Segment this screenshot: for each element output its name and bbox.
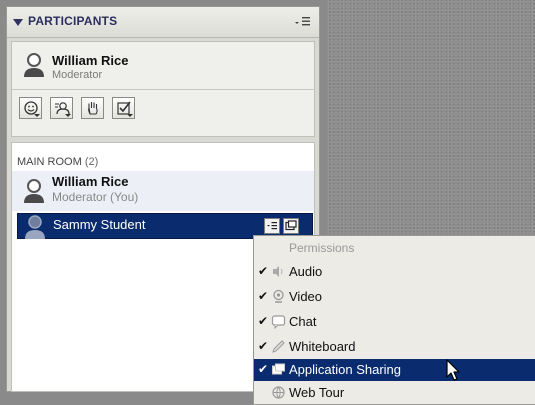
emotion-button[interactable] xyxy=(19,97,42,119)
dropdown-arrow-icon xyxy=(65,114,71,117)
globe-icon xyxy=(272,386,285,399)
checkmark-icon: ✔ xyxy=(258,264,269,278)
menu-item-label: Audio xyxy=(289,264,323,279)
participant-menu-button[interactable] xyxy=(264,218,280,234)
checkmark-icon: ✔ xyxy=(258,339,269,353)
pencil-icon xyxy=(272,340,285,353)
app-sharing-icon xyxy=(272,363,285,375)
menu-item-label: Web Tour xyxy=(289,385,345,400)
person-avatar-icon xyxy=(25,215,45,239)
person-avatar-icon xyxy=(24,53,44,77)
raise-hand-button[interactable] xyxy=(81,97,104,119)
divider xyxy=(12,89,314,90)
menu-list-icon xyxy=(267,222,277,230)
person-avatar-icon xyxy=(24,179,44,203)
participant-role: Moderator (You) xyxy=(52,190,139,204)
webcam-icon xyxy=(273,289,284,303)
poll-button[interactable] xyxy=(112,97,135,119)
app-sharing-icon xyxy=(285,220,297,231)
menu-item-application-sharing[interactable]: ✔ Application Sharing xyxy=(254,359,535,381)
menu-item-label: Chat xyxy=(289,314,317,329)
participant-name: William Rice xyxy=(52,174,129,189)
menu-item-label: Whiteboard xyxy=(289,339,356,354)
raise-hand-icon xyxy=(88,102,98,115)
menu-header: Permissions xyxy=(289,241,355,255)
profile-button[interactable] xyxy=(50,97,73,119)
host-section: William Rice Moderator xyxy=(11,41,315,137)
mouse-cursor-icon xyxy=(446,359,460,381)
panel-title: PARTICIPANTS xyxy=(28,14,118,28)
chat-bubble-icon xyxy=(271,315,286,329)
room-name: MAIN ROOM xyxy=(17,156,82,168)
dropdown-arrow-icon xyxy=(127,114,133,117)
menu-item-video[interactable]: ✔ Video xyxy=(254,286,535,308)
permissions-context-menu: Permissions ✔ Audio ✔ Video ✔ Chat ✔ Whi… xyxy=(253,235,535,405)
menu-item-whiteboard[interactable]: ✔ Whiteboard xyxy=(254,336,535,358)
menu-item-label: Video xyxy=(289,289,323,304)
room-count: (2) xyxy=(84,156,99,168)
host-name: William Rice xyxy=(52,53,129,68)
panel-header[interactable]: PARTICIPANTS xyxy=(7,7,319,38)
host-role: Moderator xyxy=(52,69,103,81)
checkmark-icon: ✔ xyxy=(258,314,269,328)
room-label: MAIN ROOM (2) xyxy=(17,156,98,168)
checkmark-icon: ✔ xyxy=(258,362,269,376)
app-sharing-status-button[interactable] xyxy=(283,218,299,234)
participant-row[interactable]: William Rice Moderator (You) xyxy=(12,171,314,211)
menu-item-audio[interactable]: ✔ Audio xyxy=(254,261,535,283)
participant-name: Sammy Student xyxy=(53,217,146,232)
panel-menu-icon[interactable] xyxy=(293,16,311,28)
menu-item-web-tour[interactable]: Web Tour xyxy=(254,382,535,404)
dropdown-arrow-icon xyxy=(34,114,40,117)
checkmark-icon: ✔ xyxy=(258,289,269,303)
speaker-icon xyxy=(273,266,283,277)
menu-item-label: Application Sharing xyxy=(289,362,402,377)
menu-item-chat[interactable]: ✔ Chat xyxy=(254,311,535,333)
collapse-triangle-icon[interactable] xyxy=(13,19,23,26)
